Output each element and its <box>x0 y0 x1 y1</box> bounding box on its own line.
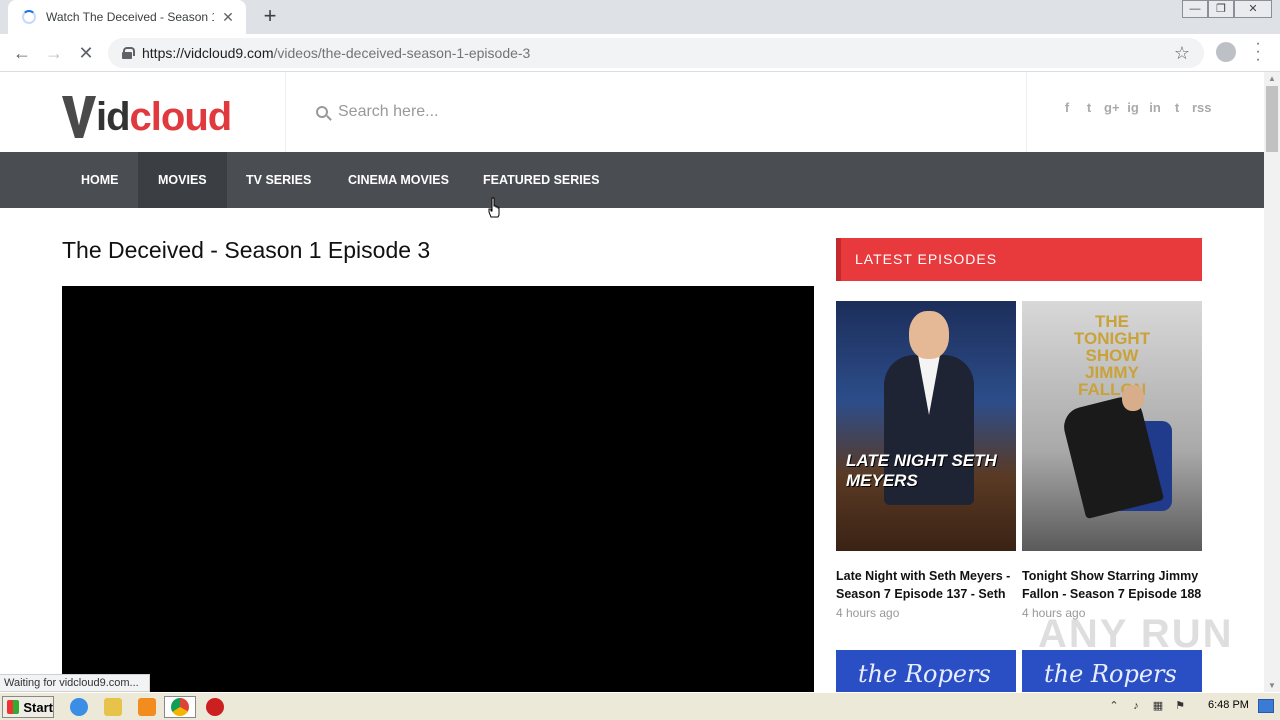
stop-loading-button[interactable]: ✕ <box>74 41 98 65</box>
scroll-down-icon[interactable]: ▼ <box>1268 681 1276 690</box>
episode-card[interactable]: THE TONIGHT SHOW JIMMY FALLON Tonight Sh… <box>1022 301 1202 620</box>
instagram-icon[interactable]: ig <box>1126 100 1140 116</box>
system-tray: ⌃ ♪ ▦ ⚑ <box>1106 697 1188 715</box>
twitter-icon[interactable]: t <box>1082 100 1096 116</box>
thumbnail-show-title: the Ropers <box>858 660 991 688</box>
nav-tv-series[interactable]: TV SERIES <box>226 152 331 208</box>
site-logo[interactable]: id cloud <box>62 94 233 140</box>
hand-cursor-icon <box>488 197 500 218</box>
facebook-icon[interactable]: f <box>1060 100 1074 116</box>
page-viewport: id cloud f t g+ ig in t rss HOME MOVIES … <box>0 72 1264 692</box>
minimize-button[interactable]: — <box>1182 0 1208 18</box>
social-links: f t g+ ig in t rss <box>1060 100 1212 116</box>
rss-icon[interactable]: rss <box>1192 100 1212 116</box>
network-icon[interactable]: ▦ <box>1150 697 1166 715</box>
browser-tab[interactable]: Watch The Deceived - Season 1 Episode 3 … <box>8 0 246 34</box>
profile-avatar[interactable] <box>1216 42 1236 62</box>
folder-icon[interactable] <box>104 698 122 716</box>
action-center-flag-icon[interactable]: ⚑ <box>1172 697 1188 715</box>
new-tab-button[interactable]: + <box>258 4 282 28</box>
close-window-button[interactable]: ✕ <box>1234 0 1272 18</box>
site-header: id cloud f t g+ ig in t rss <box>0 72 1264 152</box>
opera-icon[interactable] <box>206 698 224 716</box>
bookmark-star-icon[interactable]: ☆ <box>1174 43 1190 64</box>
episode-time: 4 hours ago <box>836 606 900 620</box>
show-desktop-button[interactable] <box>1258 699 1274 713</box>
volume-icon[interactable]: ♪ <box>1128 697 1144 715</box>
anyrun-watermark: ANY RUN <box>1038 612 1234 656</box>
logo-v-mark <box>62 96 96 138</box>
browser-toolbar: ← → ✕ https://vidcloud9.com/videos/the-d… <box>0 34 1280 72</box>
restore-button[interactable]: ❐ <box>1208 0 1234 18</box>
episode-thumbnail[interactable]: the Ropers <box>836 650 1016 692</box>
browser-menu-icon[interactable]: · · · <box>1252 36 1264 68</box>
loading-spinner-icon <box>22 10 36 24</box>
nav-cinema-movies[interactable]: CINEMA MOVIES <box>328 152 469 208</box>
google-plus-icon[interactable]: g+ <box>1104 100 1120 116</box>
start-label: Start <box>23 699 53 715</box>
tab-title: Watch The Deceived - Season 1 Episode 3 <box>46 10 214 24</box>
ie-icon[interactable] <box>70 698 88 716</box>
host-head <box>909 311 949 359</box>
scrollbar-thumb[interactable] <box>1266 86 1278 152</box>
browser-tab-strip: Watch The Deceived - Season 1 Episode 3 … <box>0 0 1280 34</box>
windows-taskbar: Start ⌃ ♪ ▦ ⚑ 6:48 PM <box>0 692 1280 720</box>
logo-id: id <box>96 95 131 139</box>
lock-icon <box>122 47 135 59</box>
host-body <box>1059 392 1165 520</box>
video-player[interactable] <box>62 286 814 692</box>
url-text: https://vidcloud9.com/videos/the-deceive… <box>142 45 531 61</box>
status-bubble: Waiting for vidcloud9.com... <box>0 674 150 692</box>
chrome-icon <box>171 698 189 716</box>
nav-home[interactable]: HOME <box>61 152 139 208</box>
episode-title[interactable]: Late Night with Seth Meyers - Season 7 E… <box>836 567 1016 603</box>
nav-movies[interactable]: MOVIES <box>138 152 227 208</box>
logo-cloud: cloud <box>129 95 233 139</box>
search-icon <box>316 106 328 118</box>
page-scrollbar[interactable]: ▲ ▼ <box>1264 72 1280 692</box>
search-input[interactable] <box>338 103 938 121</box>
nav-featured-series[interactable]: FEATURED SERIES <box>463 152 619 208</box>
thumbnail-show-title: LATE NIGHT SETH MEYERS <box>846 451 997 490</box>
start-button[interactable]: Start <box>2 696 54 718</box>
host-head <box>1122 385 1144 411</box>
thumbnail-show-title: the Ropers <box>1044 660 1177 688</box>
windows-logo-icon <box>7 700 20 714</box>
media-player-icon[interactable] <box>138 698 156 716</box>
episode-card[interactable]: LATE NIGHT SETH MEYERS Late Night with S… <box>836 301 1016 620</box>
latest-episodes-heading: LATEST EPISODES <box>836 238 1202 281</box>
episode-thumbnail[interactable]: LATE NIGHT SETH MEYERS <box>836 301 1016 551</box>
chrome-taskbar-button[interactable] <box>164 696 196 718</box>
episode-title[interactable]: Tonight Show Starring Jimmy Fallon - Sea… <box>1022 567 1202 603</box>
linkedin-icon[interactable]: in <box>1148 100 1162 116</box>
screen: Watch The Deceived - Season 1 Episode 3 … <box>0 0 1280 720</box>
main-nav: HOME MOVIES TV SERIES CINEMA MOVIES FEAT… <box>0 152 1264 208</box>
tab-close-icon[interactable]: ✕ <box>220 9 236 26</box>
page-title: The Deceived - Season 1 Episode 3 <box>62 237 431 263</box>
tumblr-icon[interactable]: t <box>1170 100 1184 116</box>
forward-button[interactable]: → <box>42 41 66 65</box>
back-button[interactable]: ← <box>10 41 34 65</box>
episode-thumbnail[interactable]: THE TONIGHT SHOW JIMMY FALLON <box>1022 301 1202 551</box>
address-bar[interactable]: https://vidcloud9.com/videos/the-deceive… <box>108 38 1204 68</box>
taskbar-clock[interactable]: 6:48 PM <box>1208 699 1249 711</box>
search-bar <box>285 72 1027 152</box>
tray-expand-icon[interactable]: ⌃ <box>1106 697 1122 715</box>
scroll-up-icon[interactable]: ▲ <box>1268 74 1276 83</box>
thumbnail-show-title: THE TONIGHT SHOW JIMMY FALLON <box>1073 312 1151 399</box>
